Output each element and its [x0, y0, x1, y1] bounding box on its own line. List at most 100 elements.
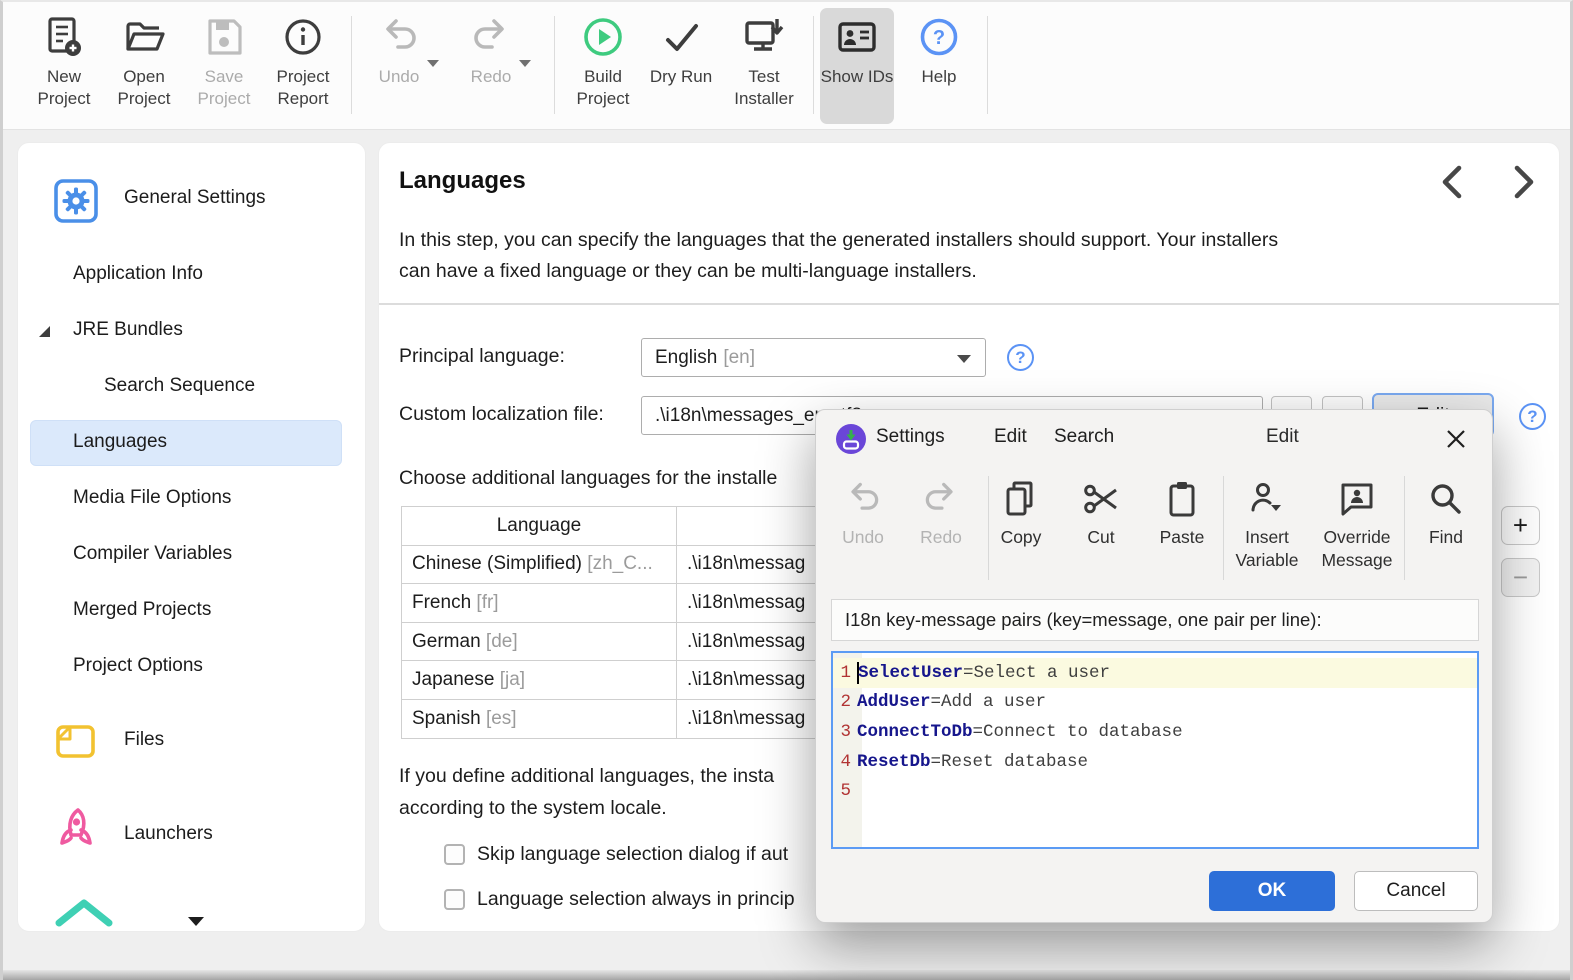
copy-icon — [1001, 472, 1041, 526]
undo-dropdown-icon[interactable] — [427, 60, 439, 67]
editor-line-4: 4 ResetDb =Reset database — [840, 751, 1089, 772]
sidebar-item-files[interactable]: Files — [124, 729, 164, 751]
custom-localization-label: Custom localization file: — [399, 403, 604, 425]
skip-language-dialog-checkbox[interactable] — [444, 844, 465, 865]
find-button[interactable]: Find — [1411, 472, 1481, 594]
installer-chevron-icon — [54, 897, 114, 931]
menu-settings[interactable]: Settings — [876, 426, 945, 448]
toolbar-separator — [987, 16, 988, 114]
skip-language-dialog-row: Skip language selection dialog if aut — [444, 843, 788, 866]
language-selection-principal-row: Language selection always in princip — [444, 888, 795, 911]
monitor-download-icon — [741, 8, 787, 66]
redo-icon — [469, 8, 513, 66]
new-project-icon — [42, 8, 86, 66]
open-folder-icon — [121, 8, 167, 66]
project-report-button[interactable]: Project Report — [263, 8, 343, 124]
test-installer-label: Test Installer — [734, 67, 794, 109]
launchers-rocket-icon — [54, 805, 100, 855]
sidebar-item-media-file-options[interactable]: Media File Options — [73, 487, 231, 509]
language-selection-principal-label: Language selection always in princip — [477, 888, 795, 910]
main-toolbar: New Project Open Project Save Project Pr… — [3, 2, 1570, 130]
project-report-label: Project Report — [276, 67, 330, 109]
redo-dropdown-icon[interactable] — [519, 60, 531, 67]
collapse-triangle-icon[interactable] — [38, 325, 51, 338]
principal-language-select[interactable]: English [en] — [641, 338, 986, 377]
help-icon: ? — [917, 8, 961, 66]
dialog-undo-button[interactable]: Undo — [823, 472, 903, 594]
choose-additional-languages-label: Choose additional languages for the inst… — [399, 467, 778, 489]
toolbar-separator — [1404, 476, 1405, 580]
page-description-line2: can have a fixed language or they can be… — [399, 260, 977, 282]
open-project-button[interactable]: Open Project — [105, 8, 183, 124]
test-installer-button[interactable]: Test Installer — [719, 8, 809, 124]
clipboard-icon — [1162, 472, 1202, 526]
installer-app-icon — [835, 423, 867, 455]
svg-text:?: ? — [933, 27, 945, 49]
dry-run-button[interactable]: Dry Run — [647, 8, 715, 124]
edit-dialog: Settings Edit Search Edit Undo Redo Copy… — [815, 409, 1493, 923]
undo-icon — [377, 8, 421, 66]
dialog-redo-button[interactable]: Redo — [901, 472, 981, 594]
undo-button[interactable]: Undo — [363, 8, 439, 124]
files-icon — [54, 719, 98, 763]
insert-variable-icon — [1247, 472, 1287, 526]
menu-search[interactable]: Search — [1054, 426, 1114, 448]
remove-language-button[interactable]: − — [1501, 558, 1540, 597]
redo-label: Redo — [470, 67, 512, 86]
insert-variable-button[interactable]: Insert Variable — [1222, 472, 1312, 594]
override-message-button[interactable]: Override Message — [1312, 472, 1402, 594]
redo-button[interactable]: Redo — [455, 8, 531, 124]
save-project-button[interactable]: Save Project — [185, 8, 263, 124]
sidebar-item-search-sequence[interactable]: Search Sequence — [104, 375, 255, 397]
toolbar-separator — [351, 16, 352, 114]
general-settings-gear-icon — [54, 179, 98, 223]
editor-line-5: 5 — [840, 781, 851, 802]
sidebar-item-launchers[interactable]: Launchers — [124, 823, 213, 845]
nav-forward-icon[interactable] — [1503, 163, 1541, 201]
menu-edit[interactable]: Edit — [994, 426, 1027, 448]
new-project-label: New Project — [37, 67, 91, 109]
i18n-pairs-editor[interactable]: 1 SelectUser =Select a user 2 AddUser =Add a… — [831, 651, 1479, 849]
note-line2: according to the system locale. — [399, 797, 667, 819]
new-project-button[interactable]: New Project — [25, 8, 103, 124]
chevron-down-icon — [957, 355, 971, 363]
show-ids-button[interactable]: Show IDs — [820, 8, 894, 124]
show-ids-label: Show IDs — [820, 67, 894, 86]
localization-help-icon[interactable]: ? — [1519, 403, 1546, 430]
dry-run-label: Dry Run — [649, 67, 713, 86]
language-column-header: Language — [401, 506, 677, 546]
principal-language-help-icon[interactable]: ? — [1007, 344, 1034, 371]
build-project-button[interactable]: Build Project — [565, 8, 641, 124]
language-selection-principal-checkbox[interactable] — [444, 889, 465, 910]
toolbar-separator — [554, 16, 555, 114]
sidebar-item-general-settings[interactable]: General Settings — [124, 187, 266, 209]
add-language-button[interactable]: + — [1501, 506, 1540, 545]
scissors-icon — [1081, 472, 1121, 526]
open-project-label: Open Project — [117, 67, 171, 109]
ok-button[interactable]: OK — [1209, 871, 1335, 911]
nav-back-icon[interactable] — [1435, 163, 1473, 201]
build-project-label: Build Project — [576, 67, 630, 109]
sidebar-item-jre-bundles[interactable]: JRE Bundles — [73, 319, 183, 341]
cancel-button[interactable]: Cancel — [1354, 871, 1478, 911]
sidebar-item-languages[interactable]: Languages — [73, 431, 167, 453]
editor-line-2: 2 AddUser =Add a user — [840, 692, 1047, 713]
window-bottom-edge — [3, 970, 1570, 980]
redo-icon — [921, 472, 961, 526]
scroll-down-icon[interactable] — [188, 917, 204, 926]
close-icon[interactable] — [1444, 427, 1468, 451]
note-line1: If you define additional languages, the … — [399, 765, 775, 787]
sidebar-item-merged-projects[interactable]: Merged Projects — [73, 599, 211, 621]
divider — [379, 303, 1559, 305]
help-button[interactable]: ? Help — [902, 8, 976, 124]
checkmark-icon — [660, 8, 702, 66]
page-title: Languages — [399, 167, 526, 194]
sidebar-item-application-info[interactable]: Application Info — [73, 263, 203, 285]
copy-button[interactable]: Copy — [981, 472, 1061, 594]
sidebar-item-compiler-variables[interactable]: Compiler Variables — [73, 543, 232, 565]
undo-icon — [843, 472, 883, 526]
paste-button[interactable]: Paste — [1142, 472, 1222, 594]
sidebar-item-project-options[interactable]: Project Options — [73, 655, 203, 677]
cut-button[interactable]: Cut — [1061, 472, 1141, 594]
build-play-icon — [581, 8, 625, 66]
